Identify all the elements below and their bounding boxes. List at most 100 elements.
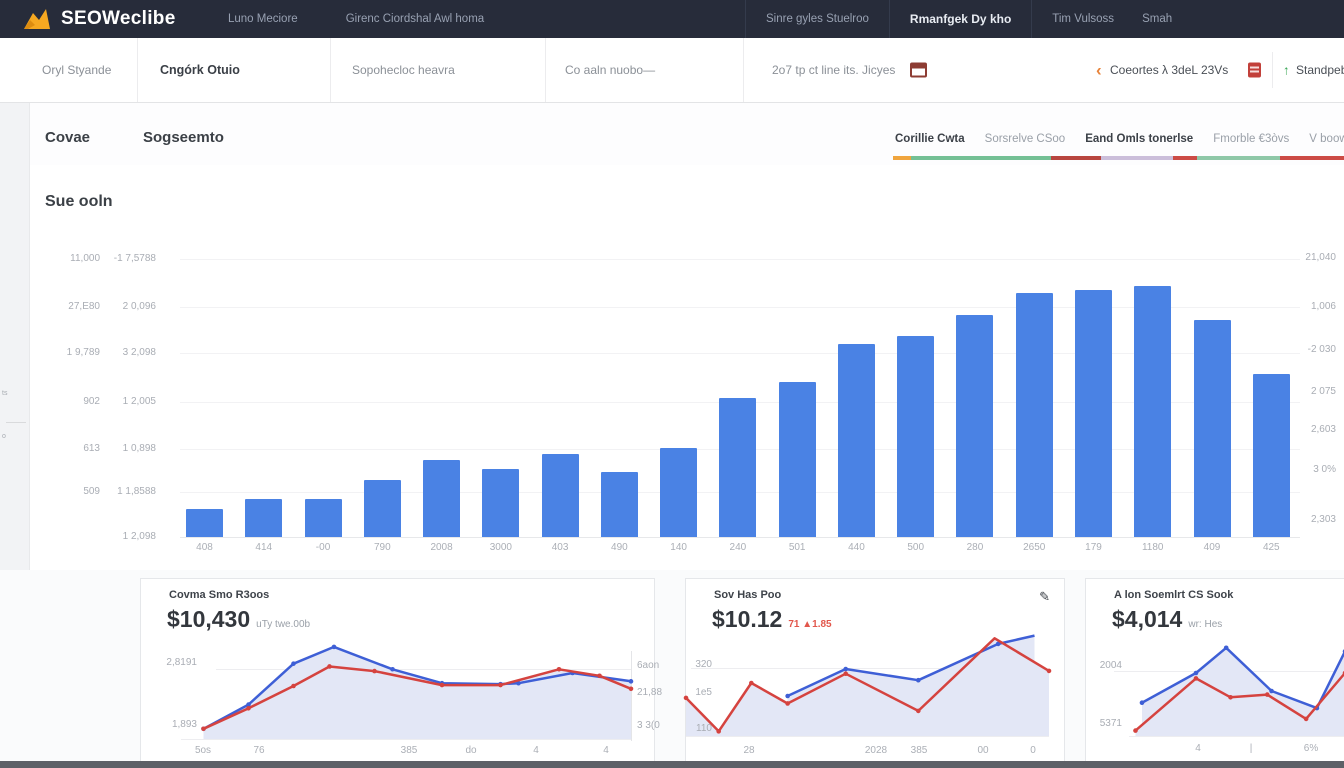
export-file-icon[interactable] [1248, 63, 1261, 78]
legend: Corillie Cwta Sorsrelve CSoo Eand Omls ton… [895, 133, 1344, 145]
card-x-tick: 0 [1030, 745, 1036, 756]
chevron-left-icon[interactable]: ‹ [1096, 62, 1102, 79]
line-chart-svg [1129, 646, 1344, 736]
toolbar-divider [743, 38, 744, 102]
legend-underline-segment [1197, 156, 1280, 160]
axis-tick-label: -1 7,5788 [114, 253, 156, 264]
summary-card-3: A lon Soemlrt CS Sook $4,014wr: Hes 2004… [1085, 578, 1344, 762]
x-tick-label: 500 [897, 542, 934, 553]
toolbar-item-2[interactable]: Sopohecloc heavra [352, 63, 455, 77]
bar [1134, 286, 1171, 537]
legend-item-3[interactable]: Fmorble €3òvs [1213, 133, 1289, 145]
legend-underline [893, 156, 1344, 160]
legend-underline-segment [893, 156, 911, 160]
export-button[interactable]: Standpeb [1296, 63, 1344, 77]
legend-item-4[interactable]: V boow [1309, 133, 1344, 145]
bar [423, 460, 460, 537]
line-chart-svg [181, 646, 631, 739]
line-chart-svg [686, 643, 1049, 736]
card-title: A lon Soemlrt CS Sook [1114, 589, 1233, 601]
card-y-tick: 1e5 [686, 687, 712, 698]
axis-tick-label: 3 0% [1313, 464, 1336, 475]
logo[interactable]: SEOWeclibe [22, 0, 176, 38]
card-value: $4,014wr: Hes [1112, 606, 1222, 633]
nav-item-1[interactable]: Girenc Ciordshal Awl homa [346, 13, 485, 25]
y-axis-left-col1: 11,00027,E801 9,789902613509 [50, 165, 100, 570]
x-tick-label: 425 [1253, 542, 1290, 553]
card-y-tick: 2004 [1088, 660, 1122, 671]
toolbar-divider [137, 38, 138, 102]
main-chart-card: Sue ooln 11,00027,E801 9,789902613509 -1… [30, 165, 1344, 570]
card-x-tick: do [465, 745, 476, 756]
card-value-suffix: wr: Hes [1188, 619, 1222, 630]
left-edge-panel[interactable]: ts o [0, 103, 30, 570]
summary-card-2: Sov Has Poo ✎ $10.1271 ▲1.85 3201e5110 2… [685, 578, 1065, 762]
nav-item-4[interactable]: Tim Vulsoss [1052, 13, 1114, 25]
bar [186, 509, 223, 537]
axis-tick-label: 1 2,098 [123, 531, 156, 542]
tab-segments[interactable]: Sogseemto [143, 129, 224, 146]
line-chart [1129, 646, 1344, 736]
bar [305, 499, 342, 537]
nav-item-3[interactable]: Rmanfgek Dy kho [910, 12, 1011, 26]
edit-icon[interactable]: ✎ [1039, 589, 1050, 605]
seo-dashboard: SEOWeclibe Luno Meciore Girenc Ciordshal… [0, 0, 1344, 768]
bar [897, 336, 934, 537]
card-delta-badge: 71 ▲1.85 [788, 619, 831, 630]
legend-underline-segment [911, 156, 1051, 160]
card-baseline [1129, 736, 1344, 737]
calendar-icon[interactable] [910, 63, 927, 78]
line-chart [686, 643, 1049, 736]
legend-item-0[interactable]: Corillie Cwta [895, 133, 965, 145]
card-title: Sov Has Poo [714, 589, 781, 601]
nav-cell-0[interactable]: Sinre gyles Stuelroo [745, 0, 889, 38]
bar [1253, 374, 1290, 537]
x-tick-label: 1180 [1134, 542, 1171, 553]
toolbar-item-1[interactable]: Cngórk Otuio [160, 63, 240, 77]
nav-cell-1[interactable]: Rmanfgek Dy kho [889, 0, 1031, 38]
gridline [180, 537, 1300, 538]
bar-series [186, 277, 1290, 537]
period-selector[interactable]: Coeortes λ 3deL 23Vs [1110, 63, 1228, 77]
axis-tick-label: 2 0,096 [123, 301, 156, 312]
strip-divider [6, 422, 26, 423]
axis-tick-label: 902 [83, 396, 100, 407]
card-baseline [181, 739, 631, 740]
card-x-tick: | [1250, 743, 1253, 754]
axis-tick-label: 1,006 [1311, 301, 1336, 312]
bottom-scrollbar[interactable] [0, 761, 1344, 768]
axis-tick-label: 1 2,005 [123, 396, 156, 407]
axis-tick-label: 2 075 [1311, 386, 1336, 397]
card-x-tick: 2028 [865, 745, 887, 756]
bar [1075, 290, 1112, 537]
x-tick-label: 3000 [482, 542, 519, 553]
toolbar-item-0[interactable]: Oryl Styande [42, 63, 111, 77]
toolbar-item-4[interactable]: 2o7 tp ct line its. Jicyes [772, 63, 895, 77]
legend-item-2[interactable]: Eand Omls tonerlse [1085, 133, 1193, 145]
card-y-tick: 2,8191 [149, 657, 197, 668]
nav-item-0[interactable]: Luno Meciore [228, 13, 298, 25]
card-x-tick: 00 [977, 745, 988, 756]
card-x-tick: 385 [911, 745, 928, 756]
x-tick-label: 179 [1075, 542, 1112, 553]
card-y-right-tick: 21,88 [637, 687, 662, 698]
x-axis-labels: 408414-007902008300040349014024050144050… [186, 542, 1290, 553]
legend-item-1[interactable]: Sorsrelve CSoo [985, 133, 1066, 145]
card-value-number: $10.12 [712, 606, 782, 632]
nav-item-5[interactable]: Smah [1142, 13, 1172, 25]
tab-overview[interactable]: Covae [45, 129, 90, 146]
card-y-tick: 320 [686, 659, 712, 670]
axis-tick-label: 27,E80 [68, 301, 100, 312]
x-tick-label: 408 [186, 542, 223, 553]
axis-tick-label: 21,040 [1305, 252, 1336, 263]
nav-item-2[interactable]: Sinre gyles Stuelroo [766, 13, 869, 25]
card-baseline [686, 736, 1049, 737]
axis-tick-label: 1 9,789 [67, 347, 100, 358]
legend-underline-segment [1051, 156, 1101, 160]
x-tick-label: 280 [956, 542, 993, 553]
axis-tick-label: 1 0,898 [123, 443, 156, 454]
toolbar-divider [330, 38, 331, 102]
bar [364, 480, 401, 537]
toolbar-item-3[interactable]: Co aaln nuobo— [565, 63, 655, 77]
card-y-tick: 1,893 [149, 719, 197, 730]
